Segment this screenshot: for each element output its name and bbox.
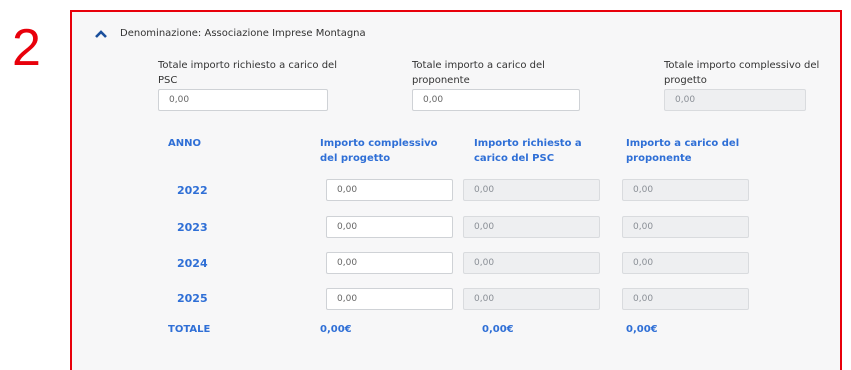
col-header-psc: Importo richiesto a carico del PSC	[474, 138, 582, 164]
total-proponente-label: Totale importo a carico del proponente	[412, 60, 545, 86]
col-header-complessivo: Importo complessivo del progetto	[320, 138, 438, 164]
year-label: 2025	[177, 292, 208, 305]
complessivo-input[interactable]: 0,00	[326, 179, 453, 201]
total-complessivo-label: Totale importo complessivo del progetto	[664, 60, 820, 86]
complessivo-input[interactable]: 0,00	[326, 252, 453, 274]
total-proponente-input[interactable]: 0,00	[412, 89, 580, 111]
complessivo-input[interactable]: 0,00	[326, 216, 453, 238]
total-complessivo-field: 0,00	[664, 89, 806, 111]
complessivo-input[interactable]: 0,00	[326, 288, 453, 310]
proponente-field: 0,00	[622, 252, 749, 274]
denominazione-label: Denominazione: Associazione Imprese Mont…	[120, 28, 366, 39]
chevron-up-icon[interactable]	[94, 29, 108, 39]
step-number: 2	[12, 19, 41, 77]
psc-field: 0,00	[463, 288, 600, 310]
total-psc-label: Totale importo richiesto a carico del PS…	[158, 60, 337, 86]
psc-field: 0,00	[463, 179, 600, 201]
psc-field: 0,00	[463, 252, 600, 274]
psc-field: 0,00	[463, 216, 600, 238]
beneficiary-panel: Denominazione: Associazione Imprese Mont…	[70, 10, 842, 370]
proponente-field: 0,00	[622, 288, 749, 310]
col-header-proponente: Importo a carico del proponente	[626, 138, 740, 164]
totale-psc: 0,00€	[482, 324, 514, 335]
col-header-anno: ANNO	[168, 138, 201, 149]
totale-label: TOTALE	[168, 324, 211, 335]
totale-proponente: 0,00€	[626, 324, 658, 335]
proponente-field: 0,00	[622, 179, 749, 201]
year-label: 2023	[177, 221, 208, 234]
year-label: 2022	[177, 184, 208, 197]
year-label: 2024	[177, 257, 208, 270]
proponente-field: 0,00	[622, 216, 749, 238]
totale-complessivo: 0,00€	[320, 324, 352, 335]
panel-header[interactable]: Denominazione: Associazione Imprese Mont…	[94, 28, 366, 39]
total-psc-input[interactable]: 0,00	[158, 89, 328, 111]
